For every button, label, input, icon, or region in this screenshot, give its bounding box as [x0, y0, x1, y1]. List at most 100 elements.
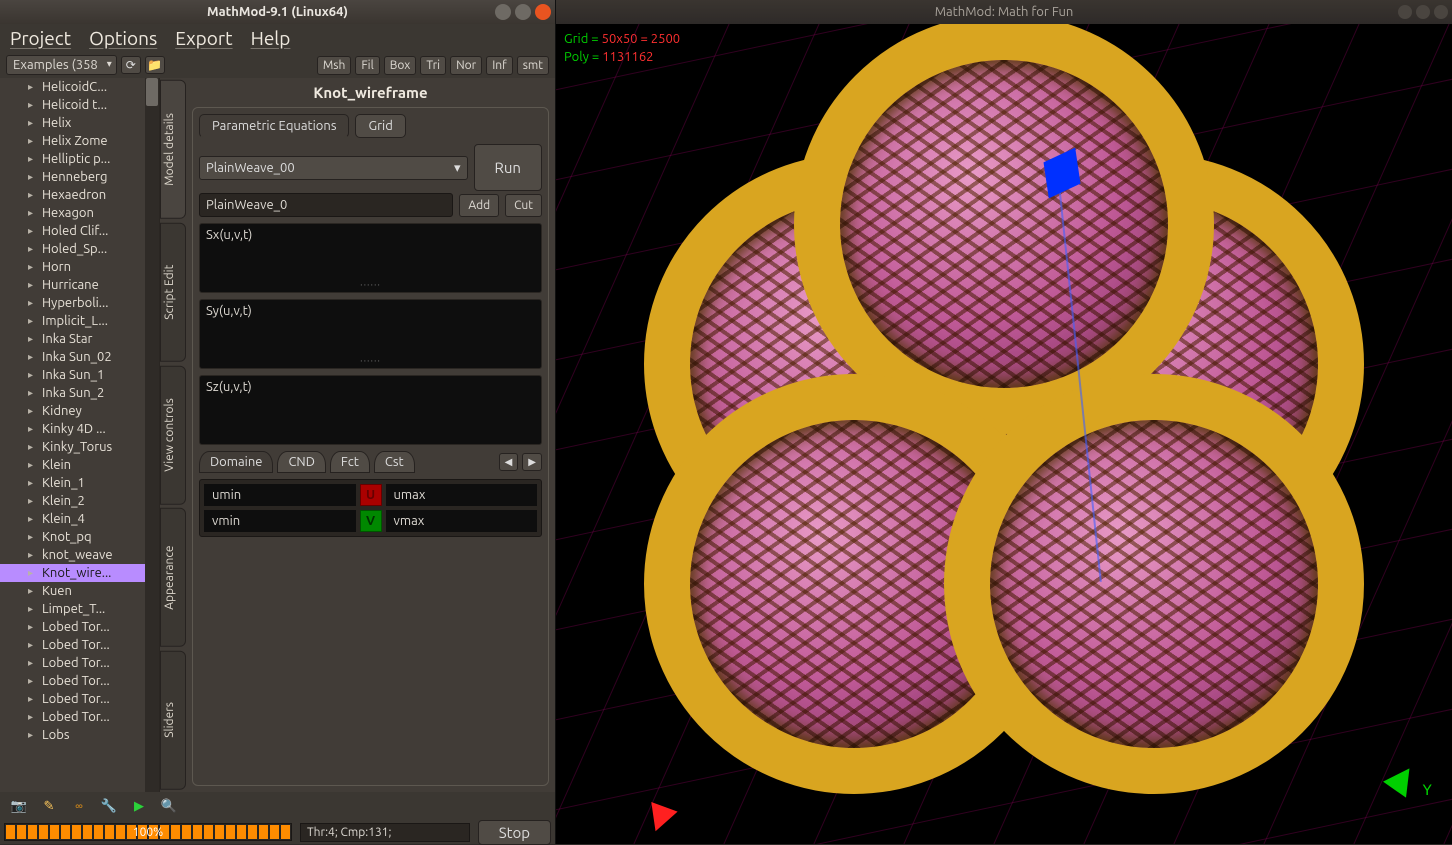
btn-tri[interactable]: Tri: [420, 56, 446, 75]
tree-item[interactable]: Horn: [0, 258, 159, 276]
tree-item[interactable]: Lobed Tor...: [0, 654, 159, 672]
tree-item[interactable]: Lobed Tor...: [0, 690, 159, 708]
sy-editor[interactable]: Sy(u,v,t)······: [199, 299, 542, 369]
minitab-cnd[interactable]: CND: [277, 451, 325, 473]
tree-item[interactable]: Inka Sun_02: [0, 348, 159, 366]
maximize-icon[interactable]: [515, 4, 531, 20]
run-button[interactable]: Run: [474, 144, 542, 191]
btn-inf[interactable]: Inf: [486, 56, 513, 75]
tree-item[interactable]: Hexagon: [0, 204, 159, 222]
examples-combo[interactable]: Examples (358: [6, 55, 117, 75]
umin-cell[interactable]: umin: [204, 484, 356, 506]
cut-button[interactable]: Cut: [505, 194, 542, 217]
tree-item[interactable]: Klein: [0, 456, 159, 474]
tree-item[interactable]: Holed Clif...: [0, 222, 159, 240]
play-icon[interactable]: ▶: [130, 797, 148, 815]
close-icon[interactable]: [1434, 5, 1448, 19]
umax-cell[interactable]: umax: [386, 484, 538, 506]
zoom-icon[interactable]: 🔍: [160, 797, 178, 815]
reload-icon[interactable]: ⟳: [121, 56, 141, 74]
tree-item[interactable]: Helliptic p...: [0, 150, 159, 168]
tree-item[interactable]: Klein_1: [0, 474, 159, 492]
left-titlebar[interactable]: MathMod-9.1 (Linux64): [0, 0, 555, 24]
minitab-domaine[interactable]: Domaine: [199, 451, 273, 473]
right-titlebar[interactable]: MathMod: Math for Fun: [556, 0, 1452, 24]
sx-editor[interactable]: Sx(u,v,t)······: [199, 223, 542, 293]
tree-item[interactable]: Helicoid t...: [0, 96, 159, 114]
tree-item[interactable]: Lobed Tor...: [0, 618, 159, 636]
menu-export[interactable]: Export: [175, 27, 232, 49]
tab-grid[interactable]: Grid: [355, 114, 405, 138]
sidetab-appearance[interactable]: Appearance: [160, 508, 186, 647]
close-icon[interactable]: [535, 4, 551, 20]
tree-item[interactable]: Knot_pq: [0, 528, 159, 546]
minimize-icon[interactable]: [1398, 5, 1412, 19]
tree-item[interactable]: Inka Star: [0, 330, 159, 348]
folder-open-icon[interactable]: 📁: [145, 56, 165, 74]
tree-item[interactable]: Implicit_L...: [0, 312, 159, 330]
vmin-cell[interactable]: vmin: [204, 510, 356, 532]
tree-item[interactable]: Knot_wire...: [0, 564, 159, 582]
tree-item[interactable]: Lobed Tor...: [0, 636, 159, 654]
component-select[interactable]: PlainWeave_00: [199, 156, 468, 180]
minitab-fct[interactable]: Fct: [330, 451, 370, 473]
viewport-3d[interactable]: Grid = 50x50 = 2500 Poly = 1131162 Y: [556, 24, 1452, 844]
tree-item[interactable]: Hexaedron: [0, 186, 159, 204]
add-button[interactable]: Add: [459, 194, 499, 217]
tree-item[interactable]: Lobed Tor...: [0, 672, 159, 690]
tab-parametric-equations[interactable]: Parametric Equations: [199, 114, 349, 138]
menu-project[interactable]: Project: [10, 27, 71, 49]
btn-smt[interactable]: smt: [517, 56, 549, 75]
tree-scroll-thumb[interactable]: [146, 78, 158, 106]
tree-item[interactable]: Kinky 4D ...: [0, 420, 159, 438]
mesh-knot-wireframe: [644, 74, 1364, 794]
maximize-icon[interactable]: [1416, 5, 1430, 19]
menu-help[interactable]: Help: [251, 27, 291, 49]
minimize-icon[interactable]: [495, 4, 511, 20]
sy-label: Sy(u,v,t): [206, 304, 252, 318]
component-name-input[interactable]: [199, 193, 453, 217]
sidetab-model-details[interactable]: Model details: [160, 80, 186, 219]
tree-item[interactable]: Kinky_Torus: [0, 438, 159, 456]
btn-box[interactable]: Box: [384, 56, 417, 75]
tree-item[interactable]: Limpet_T...: [0, 600, 159, 618]
tree-item[interactable]: knot_weave: [0, 546, 159, 564]
stop-button[interactable]: Stop: [478, 820, 551, 845]
progress-bar: 100%: [4, 823, 292, 841]
btn-fil[interactable]: Fil: [355, 56, 379, 75]
clear-icon[interactable]: ✎: [40, 797, 58, 815]
tree-item[interactable]: HelicoidC...: [0, 78, 159, 96]
tree-scrollbar[interactable]: [145, 78, 159, 792]
tree-item[interactable]: Helix: [0, 114, 159, 132]
link-icon[interactable]: ∞: [70, 797, 88, 815]
tabs-scroll-right-icon[interactable]: ▶: [522, 453, 542, 471]
tree-item[interactable]: Inka Sun_2: [0, 384, 159, 402]
tree-item[interactable]: Kidney: [0, 402, 159, 420]
sx-label: Sx(u,v,t): [206, 228, 252, 242]
btn-msh[interactable]: Msh: [317, 56, 352, 75]
sz-editor[interactable]: Sz(u,v,t): [199, 375, 542, 445]
snapshot-icon[interactable]: 📷: [10, 797, 28, 815]
tree-item[interactable]: Hurricane: [0, 276, 159, 294]
vmax-cell[interactable]: vmax: [386, 510, 538, 532]
tree-item[interactable]: Helix Zome: [0, 132, 159, 150]
left-window-title: MathMod-9.1 (Linux64): [207, 5, 348, 19]
sidetab-sliders[interactable]: Sliders: [160, 651, 186, 790]
tree-item[interactable]: Kuen: [0, 582, 159, 600]
tabs-scroll-left-icon[interactable]: ◀: [499, 453, 519, 471]
tree-item[interactable]: Lobed Tor...: [0, 708, 159, 726]
tree-item[interactable]: Holed_Sp...: [0, 240, 159, 258]
tree-item[interactable]: Henneberg: [0, 168, 159, 186]
settings-icon[interactable]: 🔧: [100, 797, 118, 815]
sidetab-script-edit[interactable]: Script Edit: [160, 223, 186, 362]
minitab-cst[interactable]: Cst: [374, 451, 415, 473]
tree-item[interactable]: Inka Sun_1: [0, 366, 159, 384]
tree-item[interactable]: Hyperboli...: [0, 294, 159, 312]
sidetab-view-controls[interactable]: View controls: [160, 366, 186, 505]
tree-item[interactable]: Lobs: [0, 726, 159, 744]
model-tree[interactable]: HelicoidC...Helicoid t...HelixHelix Zome…: [0, 78, 160, 792]
menu-options[interactable]: Options: [89, 27, 157, 49]
btn-nor[interactable]: Nor: [450, 56, 482, 75]
tree-item[interactable]: Klein_2: [0, 492, 159, 510]
tree-item[interactable]: Klein_4: [0, 510, 159, 528]
